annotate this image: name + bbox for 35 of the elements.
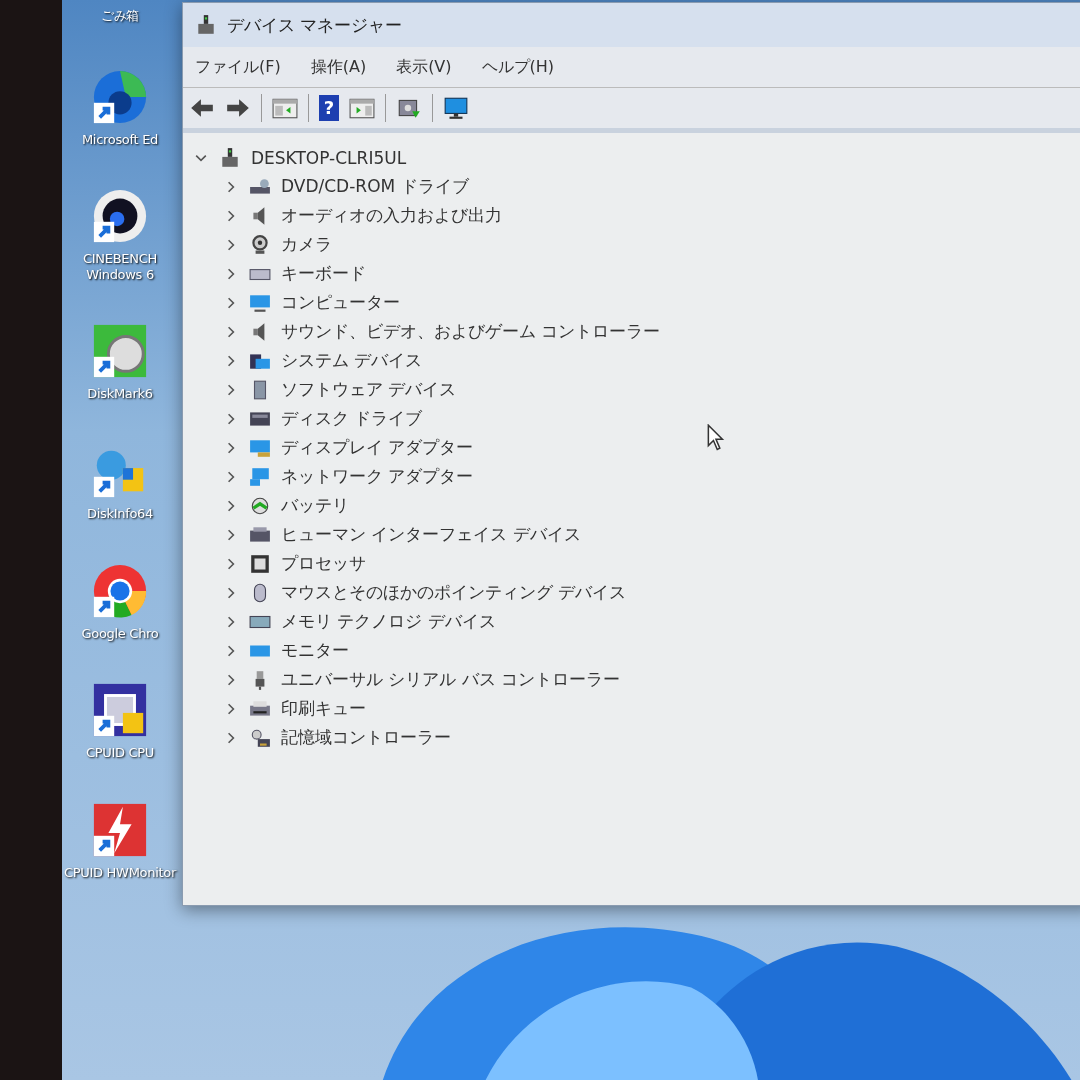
- tree-item[interactable]: プロセッサ: [281, 552, 366, 575]
- tree-item[interactable]: キーボード: [281, 262, 366, 285]
- tree-item[interactable]: サウンド、ビデオ、およびゲーム コントローラー: [281, 320, 661, 343]
- tree-item[interactable]: マウスとそのほかのポインティング デバイス: [281, 581, 627, 604]
- menu-item[interactable]: ヘルプ(H): [481, 56, 555, 78]
- tree-item[interactable]: ユニバーサル シリアル バス コントローラー: [281, 668, 621, 691]
- computer-icon: [219, 146, 241, 169]
- tree-item[interactable]: ネットワーク アダプター: [281, 465, 474, 488]
- tree-item[interactable]: メモリ テクノロジ デバイス: [281, 610, 496, 633]
- network-icon: [249, 465, 271, 488]
- tree-item[interactable]: システム デバイス: [281, 349, 423, 372]
- monitor-icon[interactable]: [443, 95, 469, 121]
- menu-item[interactable]: 操作(A): [310, 56, 367, 78]
- menu-item[interactable]: ファイル(F): [195, 56, 281, 78]
- tree-item[interactable]: ソフトウェア デバイス: [281, 378, 457, 401]
- tree-item[interactable]: DESKTOP-CLRI5UL: [251, 147, 407, 168]
- computer-icon: [195, 14, 217, 36]
- processor-icon: [249, 552, 271, 575]
- help-button[interactable]: ?: [319, 95, 339, 121]
- tree-item[interactable]: バッテリ: [281, 494, 349, 517]
- tree-item[interactable]: コンピューター: [281, 291, 400, 314]
- tree-item[interactable]: DVD/CD-ROM ドライブ: [281, 175, 469, 198]
- tree-item[interactable]: ディスク ドライブ: [281, 407, 423, 430]
- tree-item[interactable]: カメラ: [281, 233, 332, 256]
- mouse-pointer-icon: [707, 424, 725, 452]
- tree-item[interactable]: ヒューマン インターフェイス デバイス: [281, 523, 581, 546]
- webcam-icon: [249, 233, 271, 256]
- window-title: デバイス マネージャー: [227, 13, 403, 37]
- tree-item[interactable]: ディスプレイ アダプター: [281, 436, 474, 459]
- tree-item[interactable]: 印刷キュー: [281, 697, 366, 720]
- tree-item[interactable]: モニター: [281, 639, 349, 662]
- menu-item[interactable]: 表示(V): [396, 56, 452, 78]
- tree-item[interactable]: オーディオの入力および出力: [281, 204, 502, 227]
- tree-item[interactable]: 記憶域コントローラー: [281, 726, 451, 749]
- desktop-icon-label[interactable]: ごみ箱: [100, 8, 140, 24]
